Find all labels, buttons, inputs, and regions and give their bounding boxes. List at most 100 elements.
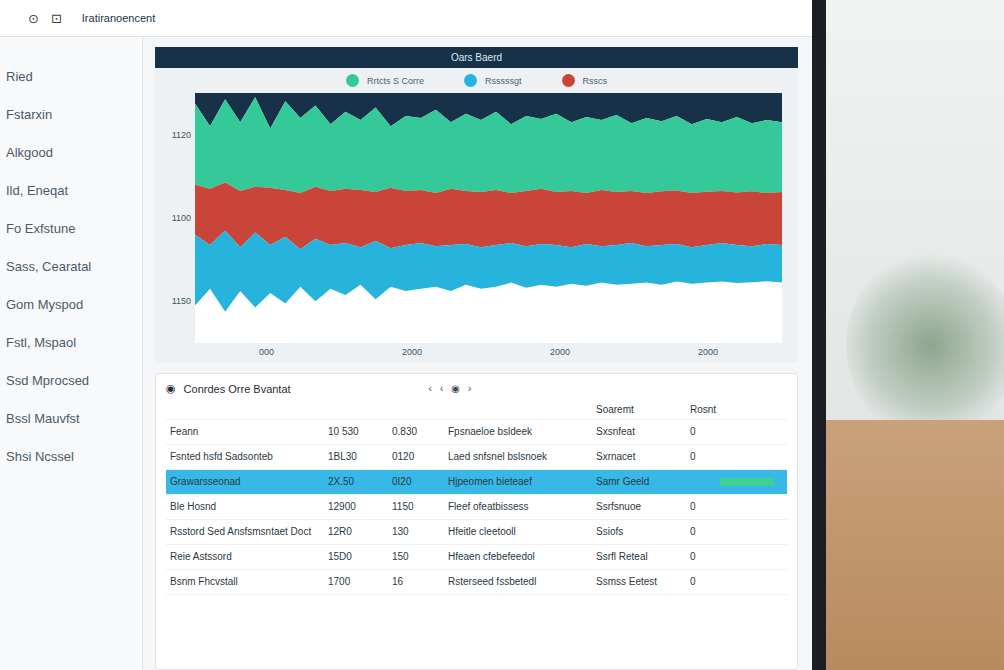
table-title: Conrdes Orre Bvantat: [184, 383, 291, 395]
table-cell: Bsnm Fhcvstall: [170, 576, 320, 588]
chart-legend: Rrtcts S Corre Rsssssgt Rsscs: [155, 68, 798, 93]
table-cell: Sxsnfeat: [596, 426, 682, 438]
app-title: Iratiranoencent: [82, 12, 155, 24]
pager-button[interactable]: ◉: [451, 383, 460, 394]
sidebar-item[interactable]: Gom Myspod: [6, 297, 134, 312]
table-row[interactable]: Fsnted hsfd Sadsonteb1BL300120Laed snfsn…: [166, 445, 787, 470]
y-tick: 1100: [172, 213, 191, 223]
series-band[interactable]: [195, 97, 782, 193]
table-icon: ◉: [166, 382, 176, 395]
table-cell: Hjpeomen bieteaef: [448, 476, 588, 488]
legend-item[interactable]: Rsssssgt: [464, 74, 522, 87]
plant: [846, 250, 1004, 440]
table-cell: Ssrfl Reteal: [596, 551, 682, 563]
table-row[interactable]: Bsnm Fhcvstall 1700 16 Rsterseed fssbetedl S…: [166, 570, 787, 595]
table-row[interactable]: Ble Hosnd129001150Fleef ofeatbissessSsrf…: [166, 495, 787, 520]
sidebar-item[interactable]: Fstarxin: [6, 107, 134, 122]
table-cell: 2X.50: [328, 476, 384, 488]
series-band[interactable]: [195, 231, 782, 312]
x-tick: 2000: [402, 347, 422, 357]
column-header[interactable]: Soaremt: [596, 404, 682, 416]
x-axis: 000200020002000: [155, 343, 798, 363]
table-cell: 12900: [328, 501, 384, 513]
sidebar-item[interactable]: Ried: [6, 69, 134, 84]
toolbar-icon[interactable]: ⊙: [28, 11, 39, 26]
y-tick: 1120: [172, 130, 191, 140]
title-bar: ⊙ ⊡ Iratiranoencent: [0, 0, 812, 37]
sidebar-item[interactable]: Alkgood: [6, 145, 134, 160]
table-cell: Ssmss Eetest: [596, 576, 682, 588]
column-header[interactable]: Rosnt: [690, 404, 712, 416]
screen: ⊙ ⊡ Iratiranoencent Ried Fstarxin Alkgood Il…: [0, 0, 812, 670]
background-room: [826, 0, 1004, 670]
sidebar-item[interactable]: Sass, Cearatal: [6, 259, 134, 274]
legend-item[interactable]: Rsscs: [562, 74, 608, 87]
table-card: ◉ Conrdes Orre Bvantat ‹ ‹ ◉ › Soaremt Rosnt…: [155, 373, 798, 670]
sidebar-item[interactable]: Ssd Mprocsed: [6, 373, 134, 388]
table-cell: Ssiofs: [596, 526, 682, 538]
table-cell: 0: [690, 551, 712, 563]
table-cell: 16: [392, 576, 440, 588]
toolbar-icon[interactable]: ⊡: [51, 11, 62, 26]
level-bar: [720, 478, 783, 486]
table-cell: Ssrfsnuoe: [596, 501, 682, 513]
dashboard-title: Oars Baerd: [451, 52, 502, 63]
table-cell: Samr Geeld: [596, 476, 682, 488]
table-cell: Rsterseed fssbetedl: [448, 576, 588, 588]
area-chart[interactable]: [195, 93, 782, 343]
legend-label: Rsscs: [583, 76, 608, 86]
pager: ‹ ‹ ◉ ›: [429, 383, 472, 394]
pager-button[interactable]: ‹: [429, 383, 432, 394]
sidebar-item[interactable]: Fo Exfstune: [6, 221, 134, 236]
pager-button[interactable]: ›: [468, 383, 471, 394]
table-cell: Grawarsseonad: [170, 476, 320, 488]
table-cell: 1700: [328, 576, 384, 588]
plot-row: 1120 1100 1150: [155, 93, 798, 343]
main: Ried Fstarxin Alkgood Ild, Eneqat Fo Exfstun…: [0, 37, 812, 670]
sidebar-item[interactable]: Shsi Ncssel: [6, 449, 134, 464]
desk: [826, 420, 1004, 670]
table-cell: Hfeitle cleetooll: [448, 526, 588, 538]
legend-label: Rrtcts S Corre: [367, 76, 424, 86]
table-cell: 0120: [392, 451, 440, 463]
legend-dot: [346, 74, 359, 87]
plot-background: [195, 93, 782, 343]
table-cell: Fsnted hsfd Sadsonteb: [170, 451, 320, 463]
scene: ⊙ ⊡ Iratiranoencent Ried Fstarxin Alkgood Il…: [0, 0, 1004, 670]
table-cell: Sxrnacet: [596, 451, 682, 463]
table-row[interactable]: Reie Astssord15D0150Hfeaen cfebefeedolSs…: [166, 545, 787, 570]
table-row[interactable]: Feann10 5300.830Fpsnaeloe bsldeekSxsnfea…: [166, 420, 787, 445]
table-cell: Reie Astssord: [170, 551, 320, 563]
table-cell: 12R0: [328, 526, 384, 538]
sidebar-item[interactable]: Ild, Eneqat: [6, 183, 134, 198]
chart-card: Oars Baerd Rrtcts S Corre Rsssssgt Rsscs…: [155, 47, 798, 363]
table-cell: 15D0: [328, 551, 384, 563]
x-tick: 2000: [698, 347, 718, 357]
pager-button[interactable]: ‹: [440, 383, 443, 394]
laptop-screen: ⊙ ⊡ Iratiranoencent Ried Fstarxin Alkgood Il…: [0, 0, 826, 670]
legend-item[interactable]: Rrtcts S Corre: [346, 74, 424, 87]
table-header: ◉ Conrdes Orre Bvantat ‹ ‹ ◉ ›: [166, 378, 787, 401]
table-cell: Feann: [170, 426, 320, 438]
level-fill: [720, 478, 774, 486]
y-tick: 1150: [172, 296, 191, 306]
sidebar-item[interactable]: Bssl Mauvfst: [6, 411, 134, 426]
table-cell: 0: [690, 526, 712, 538]
y-axis: 1120 1100 1150: [159, 93, 191, 343]
x-tick: 2000: [550, 347, 570, 357]
sidebar: Ried Fstarxin Alkgood Ild, Eneqat Fo Exfstun…: [0, 37, 143, 670]
table-row[interactable]: Rsstord Sed Ansfsmsntaet Doct 12R0 130 Hfei…: [166, 520, 787, 545]
table-cell: Rsstord Sed Ansfsmsntaet Doct: [170, 526, 320, 538]
table-columns: Soaremt Rosnt: [166, 401, 787, 420]
table-cell: 0: [690, 576, 712, 588]
sidebar-item[interactable]: Fstl, Mspaol: [6, 335, 134, 350]
table-cell: 1150: [392, 501, 440, 513]
table-row[interactable]: Grawarsseonad2X.500I20Hjpeomen bieteaefS…: [166, 470, 787, 495]
table-cell: 10 530: [328, 426, 384, 438]
table-cell: 130: [392, 526, 440, 538]
table-cell: 0: [690, 426, 712, 438]
